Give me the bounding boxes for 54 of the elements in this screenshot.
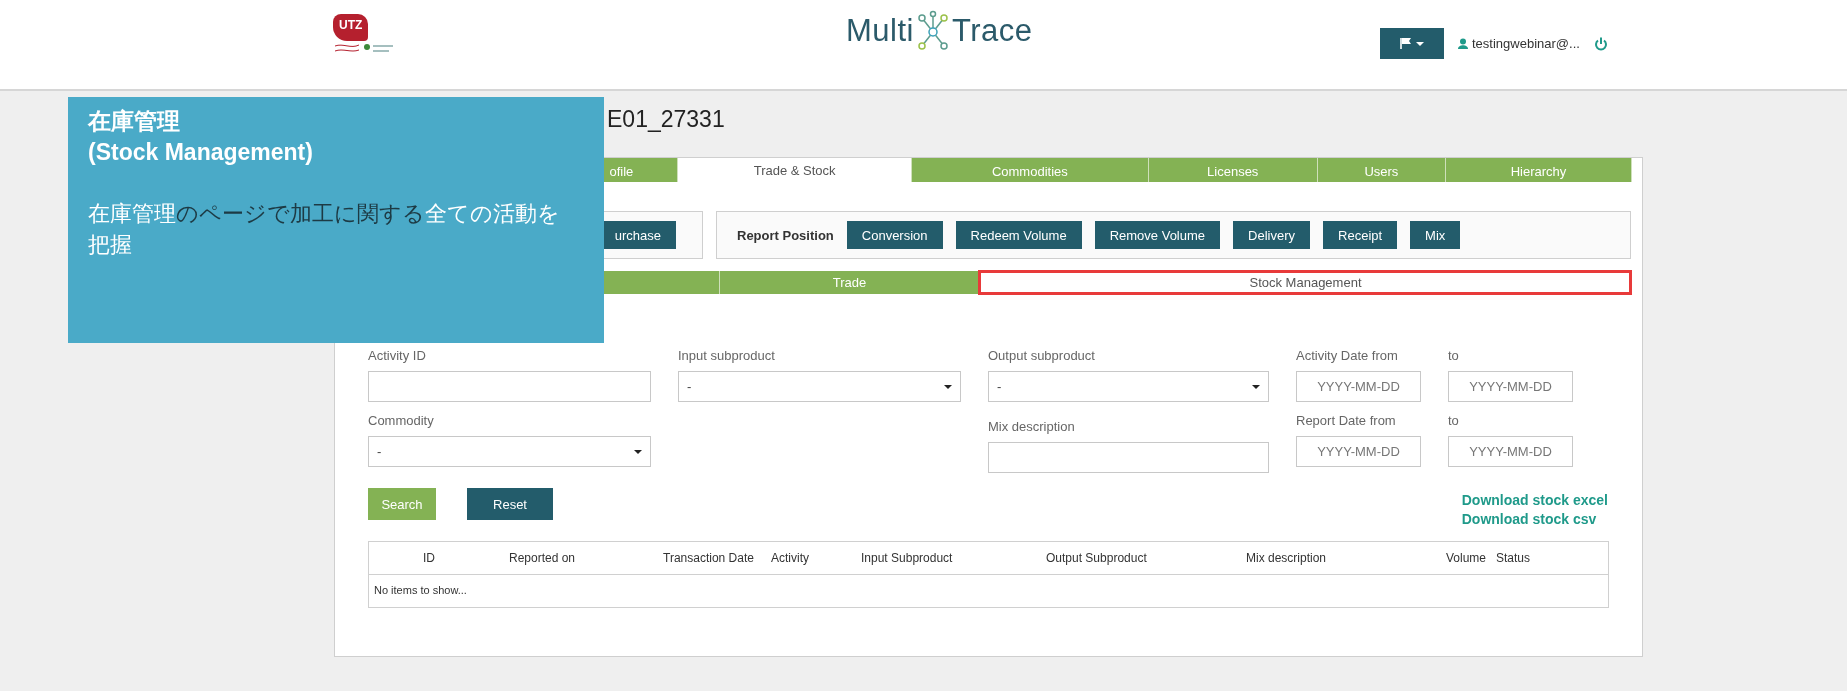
partner-tagline-icon (333, 41, 395, 55)
subtab[interactable]: Stock Management (979, 271, 1631, 294)
field-label: Activity ID (368, 348, 427, 364)
page-title: E01_27331 (607, 106, 725, 133)
caret-icon (1416, 41, 1424, 46)
date-field[interactable]: YYYY-MM-DD (1448, 436, 1573, 467)
language-button[interactable] (1380, 28, 1444, 59)
column-header: Status (1495, 551, 1532, 565)
column-header: Output Subproduct (1045, 551, 1148, 565)
user-name[interactable]: testingwebinar@... (1472, 36, 1580, 51)
dropdown[interactable]: - (988, 371, 1269, 402)
action-button[interactable]: Delivery (1233, 221, 1311, 249)
field-label: Activity Date from (1296, 348, 1399, 364)
overlay-title: 在庫管理 (88, 107, 180, 136)
date-field[interactable]: YYYY-MM-DD (1296, 436, 1421, 467)
dropdown[interactable]: - (368, 436, 651, 467)
caret-icon (944, 384, 952, 389)
column-header: Volume (1444, 551, 1487, 565)
action-button[interactable]: Mix (1410, 221, 1461, 249)
brand-name: Trace (951, 13, 1033, 49)
input-field[interactable] (988, 442, 1269, 473)
flag-icon (1400, 37, 1412, 50)
field-label: Report Date from (1296, 413, 1397, 429)
action-button[interactable]: Remove Volume (1094, 221, 1221, 249)
date-field[interactable]: YYYY-MM-DD (1448, 371, 1573, 402)
caret-icon (634, 449, 642, 454)
column-header: Reported on (508, 551, 577, 565)
column-header: Mix description (1245, 551, 1328, 565)
overlay-text: 在庫管理のページで加工に関する全ての活動を把握 (88, 200, 561, 259)
column-header: ID (422, 551, 436, 565)
partner-logo: UTZ (333, 14, 369, 41)
column-header: Activity (770, 551, 810, 565)
brand-name: Multi (846, 13, 914, 49)
power-icon (1593, 36, 1608, 51)
user-icon (1458, 38, 1468, 49)
panel-label: Report Position (737, 227, 834, 243)
action-button[interactable]: Conversion (846, 221, 943, 249)
field-label: to (1448, 348, 1460, 364)
action-button[interactable]: Redeem Volume (955, 221, 1082, 249)
reset-button[interactable]: Reset (467, 488, 553, 520)
action-button[interactable]: Receipt (1323, 221, 1398, 249)
overlay-subtitle: (Stock Management) (88, 138, 313, 167)
dropdown[interactable]: - (678, 371, 961, 402)
caret-icon (1252, 384, 1260, 389)
input-field[interactable] (368, 371, 651, 402)
column-header: Input Subproduct (860, 551, 954, 565)
field-label: Commodity (368, 413, 435, 429)
field-label: Mix description (988, 419, 1076, 435)
field-label: to (1448, 413, 1460, 429)
field-label: Output subproduct (988, 348, 1096, 364)
empty-message: No items to show... (373, 583, 468, 598)
date-field[interactable]: YYYY-MM-DD (1296, 371, 1421, 402)
column-header: Transaction Date (662, 551, 755, 565)
field-label: Input subproduct (678, 348, 776, 364)
